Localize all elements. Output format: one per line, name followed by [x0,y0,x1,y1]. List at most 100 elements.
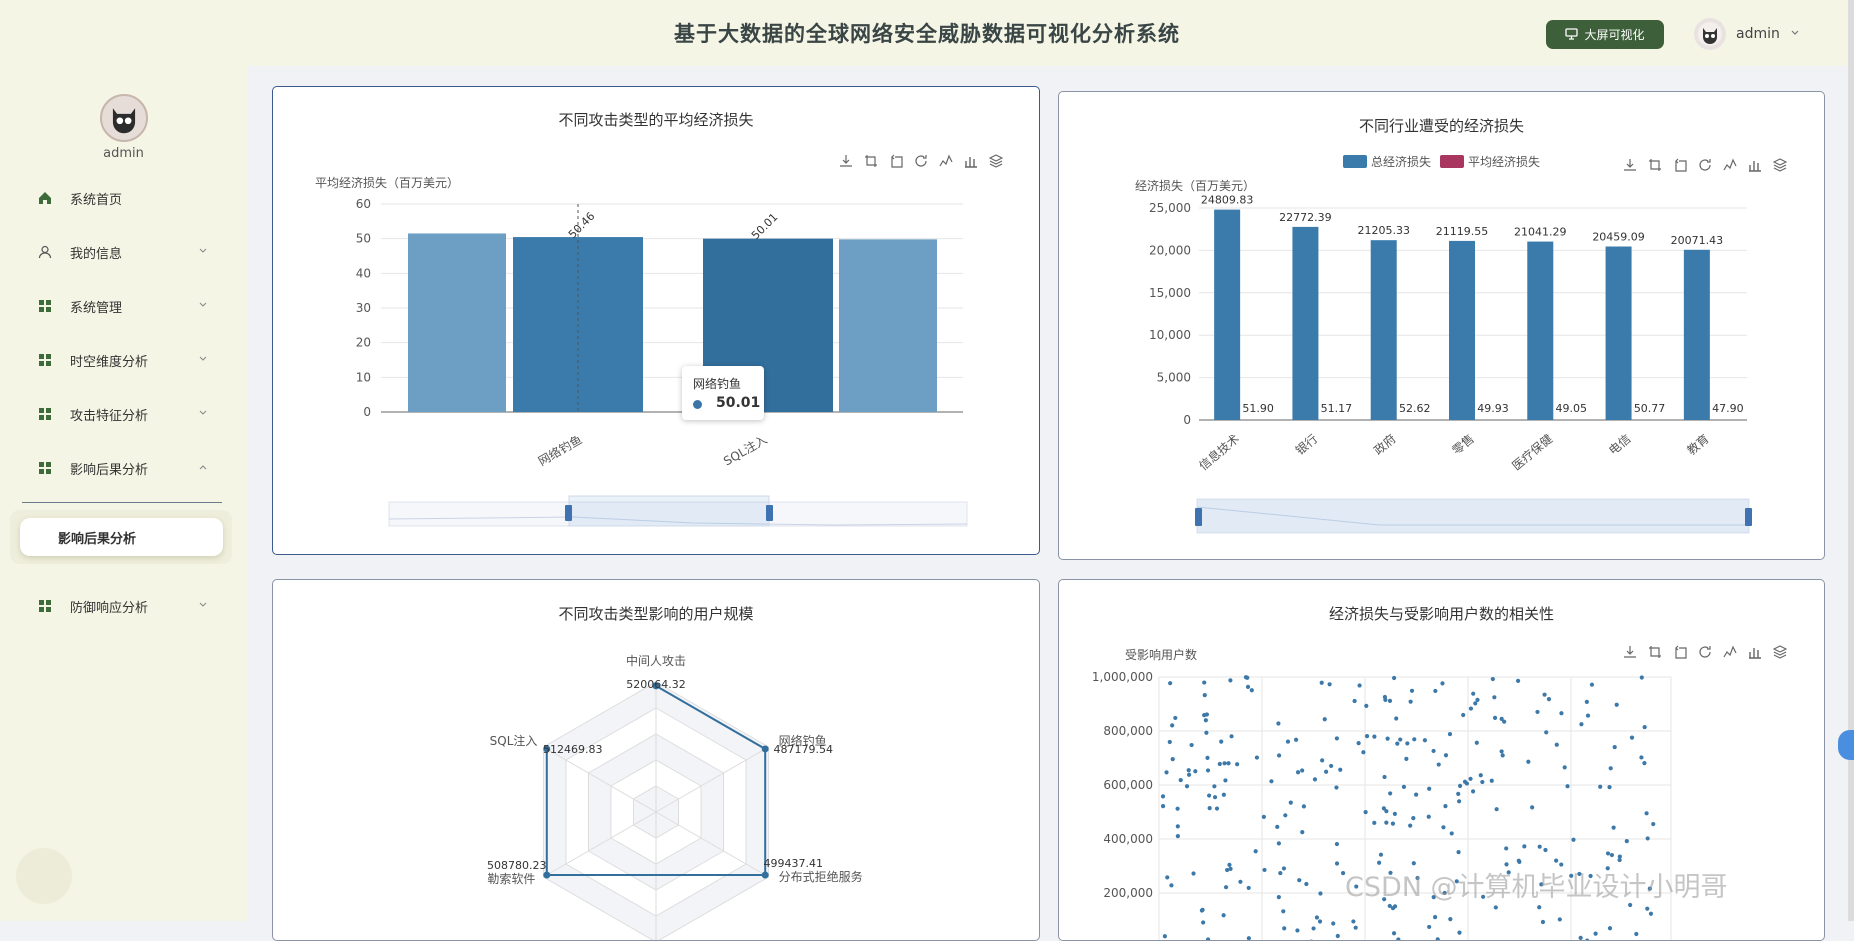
scatter-point [1388,904,1392,908]
datazoom-handle [1745,508,1752,526]
bigscreen-label: 大屏可视化 [1584,26,1644,43]
radar-value-label: 520064.32 [626,678,686,691]
scatter-point [1543,848,1547,852]
scatter-point [1334,785,1338,789]
scatter-point [1206,937,1210,940]
scatter-point [1471,789,1475,793]
bigscreen-button[interactable]: 大屏可视化 [1546,20,1664,49]
submenu-item-impact-analysis[interactable]: 影响后果分析 [20,518,223,556]
radar-chart-user-scale[interactable]: 中间人攻击网络钓鱼分布式拒绝服务勒索软件SQL注入520064.32487179… [273,580,1039,940]
scatter-point [1502,720,1506,724]
scatter-point [1320,681,1324,685]
scatter-point [1208,806,1212,810]
x-tick-label: 医疗保健 [1509,432,1555,474]
sidebar-item-my-info[interactable]: 我的信息 [38,240,208,264]
scatter-point [1590,683,1594,687]
chart-card-industry-loss: 不同行业遭受的经济损失 总经济损失平均经济损失经济损失（百万美元）05,0001… [1058,91,1825,560]
y-tick-label: 50 [356,232,371,246]
scatter-point [1398,737,1402,741]
scatter-point [1412,737,1416,741]
bar [1214,210,1240,420]
scatter-point [1555,743,1559,747]
y-tick-label: 400,000 [1103,832,1153,846]
scatter-point [1490,779,1494,783]
scatter-point [1328,682,1332,686]
scatter-point [1207,793,1211,797]
scatter-point [1630,736,1634,740]
data-label: 22772.39 [1279,211,1332,224]
sidebar-item-impact[interactable]: 影响后果分析 [38,456,208,480]
data-label: 20459.09 [1592,231,1645,244]
scatter-point [1227,863,1231,867]
sidebar-item-spatiotemporal[interactable]: 时空维度分析 [38,348,208,372]
scatter-point [1427,925,1431,929]
side-panel-toggle[interactable] [1838,730,1854,760]
scatter-point [1458,784,1462,788]
scatter-point [1437,762,1441,766]
scatter-point [1275,825,1279,829]
scatter-point [1329,764,1333,768]
bar [1606,247,1632,420]
scatter-point [1229,734,1233,738]
scatter-point [1547,697,1551,701]
scatter-point [1351,919,1355,923]
scatter-point [1640,675,1644,679]
scatter-point [1504,846,1508,850]
scatter-point [1402,785,1406,789]
scatter-point [1302,804,1306,808]
scatter-point [1457,799,1461,803]
y-axis-title: 平均经济损失（百万美元） [315,175,459,190]
scatter-point [1586,713,1590,717]
scatter-point [1357,683,1361,687]
scatter-point [1433,915,1437,919]
sidebar-item-attack-features[interactable]: 攻击特征分析 [38,402,208,426]
scatter-point [1444,753,1448,757]
scatter-point [1318,919,1322,923]
scatter-point [1206,768,1210,772]
scatter-point [1281,909,1285,913]
scatter-point [1625,839,1629,843]
scatter-point [1383,698,1387,702]
floating-circle[interactable] [16,848,72,904]
datazoom-handle [1195,508,1202,526]
sidebar-item-defense[interactable]: 防御响应分析 [38,594,208,618]
scatter-point [1471,692,1475,696]
sidebar-item-home[interactable]: 系统首页 [38,186,208,210]
scatter-point [1388,699,1392,703]
scatter-point [1163,934,1167,938]
scatter-point [1283,813,1287,817]
bar-chart-attack-type[interactable]: 平均经济损失（百万美元）010203040506050.4650.01网络钓鱼S… [273,87,1039,554]
scatter-point [1224,885,1228,889]
scatter-point [1642,761,1646,765]
bar-chart-industry[interactable]: 总经济损失平均经济损失经济损失（百万美元）05,00010,00015,0002… [1059,92,1824,559]
y-axis-title: 经济损失（百万美元） [1135,178,1255,193]
scatter-point [1427,787,1431,791]
data-label: 50.46 [566,210,597,241]
data-label: 20071.43 [1671,234,1724,247]
radar-point [762,745,769,752]
scatter-point [1255,755,1259,759]
data-label: 21205.33 [1357,224,1410,237]
scatter-point [1165,875,1169,879]
page-scrollbar[interactable] [1848,0,1854,921]
user-menu[interactable]: admin [1694,16,1800,52]
grid-icon [38,461,56,475]
radar-point [762,872,769,879]
bar [1527,242,1553,420]
scatter-point [1372,821,1376,825]
datazoom-handle [766,505,773,521]
scatter-point [1235,762,1239,766]
scatter-point [1388,791,1392,795]
radar-value-label: 499437.41 [763,857,823,870]
data-label: 49.93 [1477,402,1509,415]
scatter-point [1262,868,1266,872]
scatter-point [1563,765,1567,769]
x-tick-label: 零售 [1449,431,1477,458]
legend-label: 平均经济损失 [1468,154,1540,169]
x-tick-label: 银行 [1293,432,1320,458]
sidebar-item-system-management[interactable]: 系统管理 [38,294,208,318]
y-tick-label: 40 [356,266,371,280]
scatter-point [1161,804,1165,808]
scatter-point [1384,821,1388,825]
x-tick-label: SQL注入 [721,432,770,469]
